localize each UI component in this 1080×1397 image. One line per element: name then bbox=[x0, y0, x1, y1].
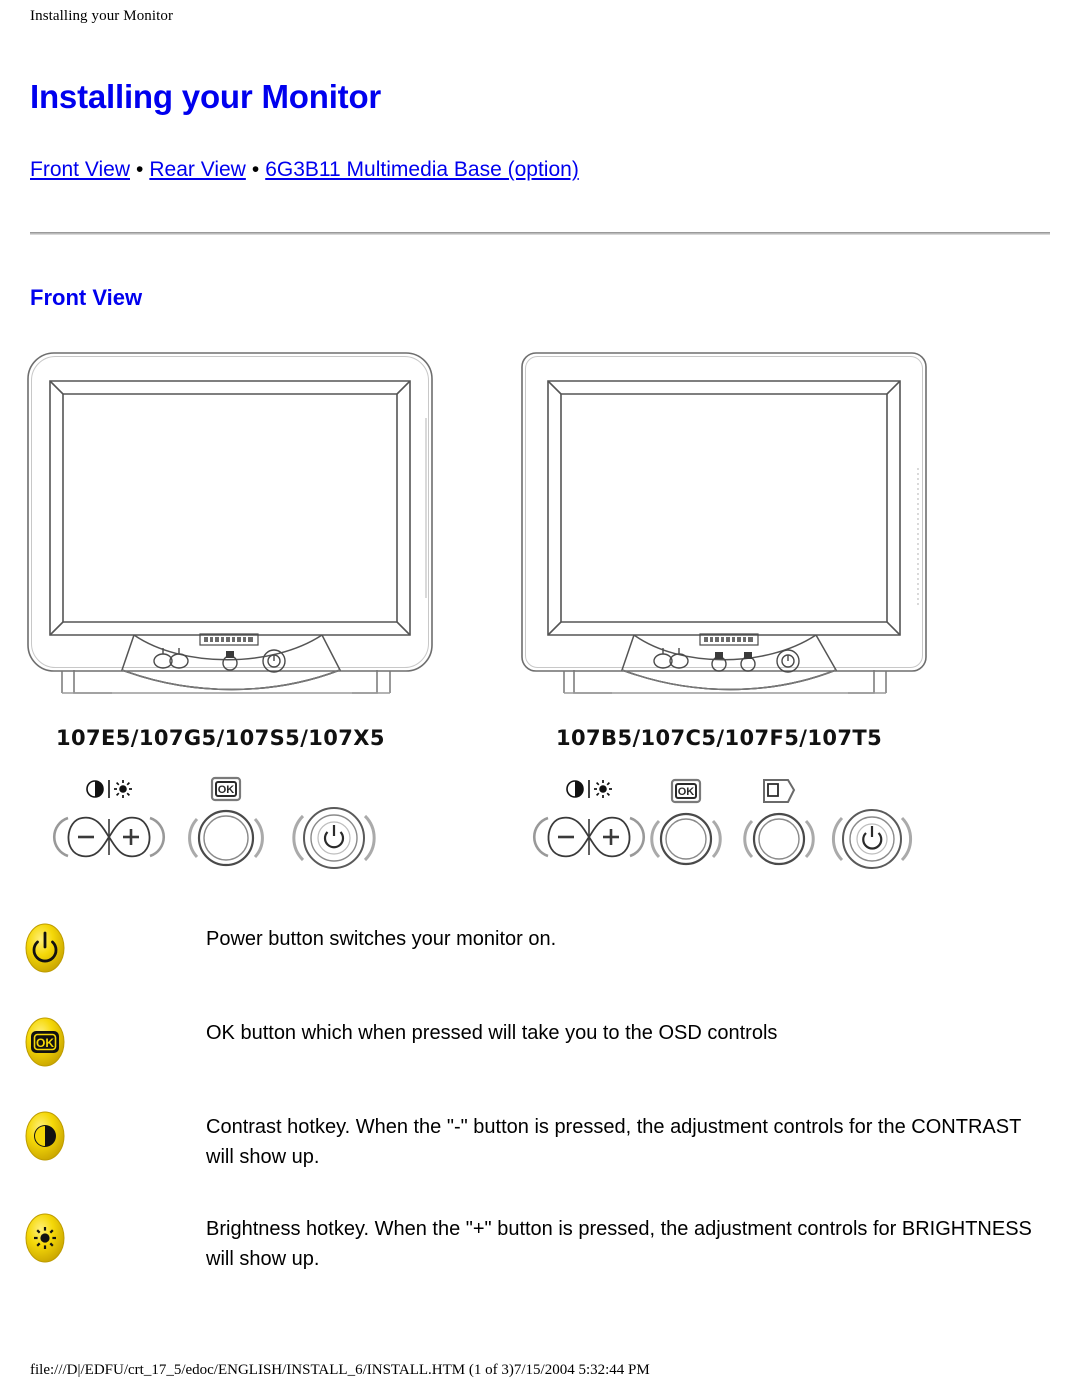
button-legend-list: Power button switches your monitor on. O… bbox=[22, 918, 1052, 1310]
control-buttons-group-2: OK bbox=[520, 766, 940, 891]
page-header: Installing your Monitor bbox=[30, 8, 174, 24]
svg-text:OK: OK bbox=[218, 784, 235, 796]
controls-diagram-1: OK bbox=[52, 776, 376, 869]
control-buttons-group-1: OK bbox=[22, 766, 422, 891]
legend-text-brightness: Brightness hotkey. When the "+" button i… bbox=[206, 1218, 1032, 1270]
link-rear-view[interactable]: Rear View bbox=[149, 158, 246, 181]
model-label-107B5: 107B5/107C5/107F5/107T5 bbox=[556, 726, 883, 750]
legend-text-power: Power button switches your monitor on. bbox=[206, 928, 557, 950]
auto-zoom-glyph-icon bbox=[763, 779, 796, 803]
link-front-view[interactable]: Front View bbox=[30, 158, 130, 181]
controls-diagram-2: OK bbox=[532, 778, 913, 869]
auto-zoom-button-icon[interactable] bbox=[743, 812, 815, 866]
footer-path: file:///D|/EDFU/crt_17_5/edoc/ENGLISH/IN… bbox=[30, 1362, 650, 1378]
legend-icon-wrap-power bbox=[22, 918, 84, 976]
legend-text-contrast: Contrast hotkey. When the "-" button is … bbox=[206, 1116, 1021, 1168]
power-button-icon[interactable] bbox=[831, 809, 913, 869]
legend-icon-wrap-ok: OK bbox=[22, 1012, 84, 1070]
contrast-brightness-glyph-icon bbox=[86, 780, 132, 798]
legend-item-contrast: Contrast hotkey. When the "-" button is … bbox=[22, 1106, 1052, 1172]
section-heading-front-view: Front View bbox=[30, 285, 143, 310]
link-multimedia-base[interactable]: 6G3B11 Multimedia Base (option) bbox=[265, 158, 579, 181]
monitor-illustration-1 bbox=[27, 352, 433, 694]
legend-text-ok: OK button which when pressed will take y… bbox=[206, 1022, 778, 1044]
page-title: Installing your Monitor bbox=[30, 78, 382, 115]
legend-item-brightness: Brightness hotkey. When the "+" button i… bbox=[22, 1208, 1052, 1274]
contrast-brightness-rocker-icon[interactable] bbox=[52, 816, 166, 858]
legend-item-power: Power button switches your monitor on. bbox=[22, 918, 1052, 976]
svg-text:OK: OK bbox=[678, 786, 695, 798]
legend-icon-wrap-brightness bbox=[22, 1208, 84, 1266]
svg-text:OK: OK bbox=[36, 1036, 54, 1050]
contrast-brightness-rocker-icon[interactable] bbox=[532, 816, 646, 858]
ok-button-icon: OK bbox=[25, 1017, 65, 1067]
legend-item-ok: OK OK button which when pressed will tak… bbox=[22, 1012, 1052, 1070]
ok-button-icon[interactable] bbox=[188, 809, 264, 867]
horizontal-divider bbox=[30, 232, 1050, 235]
contrast-hotkey-icon bbox=[25, 1111, 65, 1161]
breadcrumb-links: Front View • Rear View • 6G3B11 Multimedia B… bbox=[30, 158, 579, 182]
ok-button-icon[interactable] bbox=[650, 812, 722, 866]
monitor-illustration-2 bbox=[521, 352, 927, 694]
nav-separator-2: • bbox=[251, 158, 260, 181]
legend-icon-wrap-contrast bbox=[22, 1106, 84, 1164]
model-label-107E5: 107E5/107G5/107S5/107X5 bbox=[56, 726, 385, 750]
monitor-figure-107B5 bbox=[508, 348, 948, 723]
contrast-brightness-glyph-icon bbox=[566, 780, 612, 798]
brightness-hotkey-icon bbox=[25, 1213, 65, 1263]
ok-button-glyph-icon: OK bbox=[670, 778, 702, 804]
nav-separator-1: • bbox=[136, 158, 144, 181]
ok-button-glyph-icon: OK bbox=[210, 776, 242, 802]
monitor-figure-107E5 bbox=[22, 348, 462, 723]
power-button-icon bbox=[25, 923, 65, 973]
power-button-icon[interactable] bbox=[292, 807, 376, 869]
